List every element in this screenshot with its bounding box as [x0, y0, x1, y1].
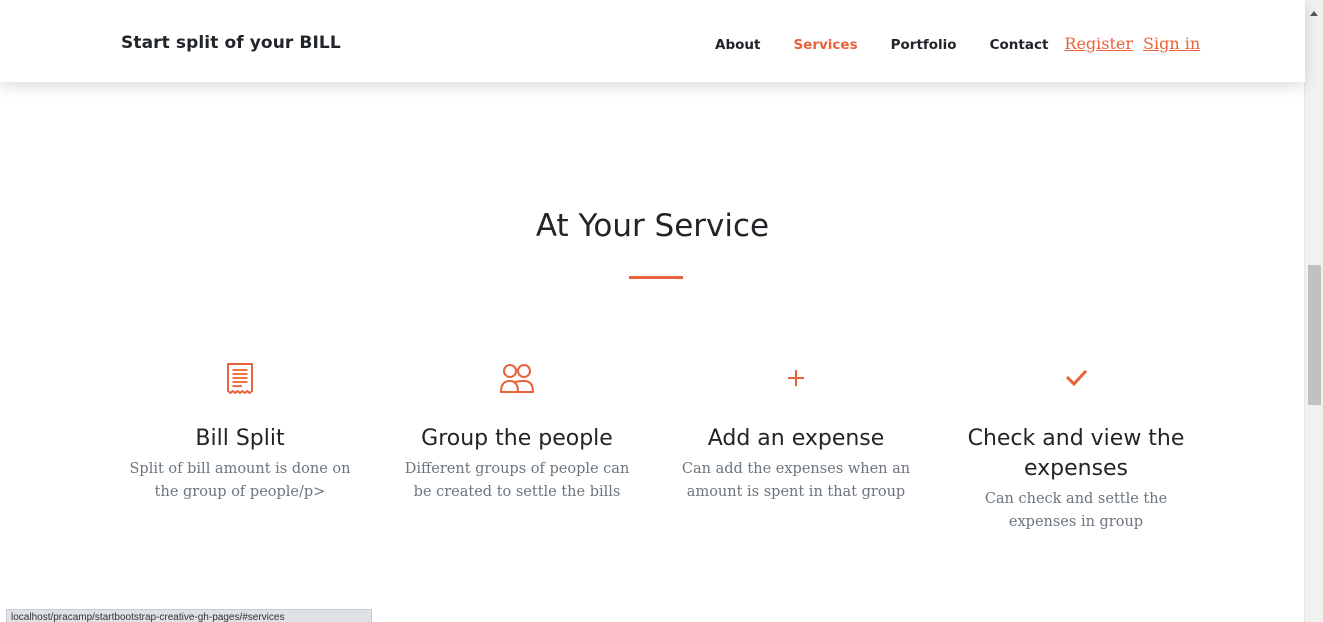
service-description: Can check and settle the expenses in gro…	[984, 491, 1168, 530]
service-title: Add an expense	[707, 426, 885, 451]
nav-links: About Services Portfolio Contact Registe…	[715, 34, 1200, 53]
nav-link-contact[interactable]: Contact	[990, 37, 1049, 53]
service-title: Group the people	[421, 426, 613, 451]
service-description: Different groups of people can be create…	[404, 461, 630, 500]
plus-icon	[785, 367, 807, 394]
register-link[interactable]: Register	[1064, 34, 1133, 53]
nav-link-about[interactable]: About	[715, 37, 760, 53]
scroll-thumb[interactable]	[1308, 265, 1321, 405]
service-add-expense: Add an expense Can add the expenses when…	[666, 360, 926, 504]
nav-link-services[interactable]: Services	[793, 37, 857, 53]
service-title: Bill Split	[195, 426, 285, 451]
sign-in-link[interactable]: Sign in	[1143, 34, 1200, 53]
title-divider	[629, 276, 683, 279]
browser-status-bar: localhost/pracamp/startbootstrap-creativ…	[6, 609, 372, 622]
service-title: Check and view the expenses	[967, 426, 1185, 481]
navbar: Start split of your BILL About Services …	[0, 0, 1305, 82]
receipt-icon	[225, 362, 255, 399]
check-icon	[1065, 369, 1088, 392]
service-description: Can add the expenses when an amount is s…	[681, 461, 911, 500]
scroll-up-arrow-icon[interactable]	[1310, 11, 1318, 16]
service-group-people: Group the people Different groups of peo…	[387, 360, 647, 504]
vertical-scrollbar[interactable]	[1304, 0, 1323, 622]
service-check-expenses: Check and view the expenses Can check an…	[946, 360, 1206, 534]
service-description: Split of bill amount is done on the grou…	[129, 461, 351, 500]
people-icon	[498, 362, 536, 399]
service-bill-split: Bill Split Split of bill amount is done …	[110, 360, 370, 504]
brand-link[interactable]: Start split of your BILL	[121, 33, 341, 53]
nav-link-portfolio[interactable]: Portfolio	[891, 37, 957, 53]
section-title: At Your Service	[535, 208, 770, 244]
page: Start split of your BILL About Services …	[0, 0, 1323, 622]
